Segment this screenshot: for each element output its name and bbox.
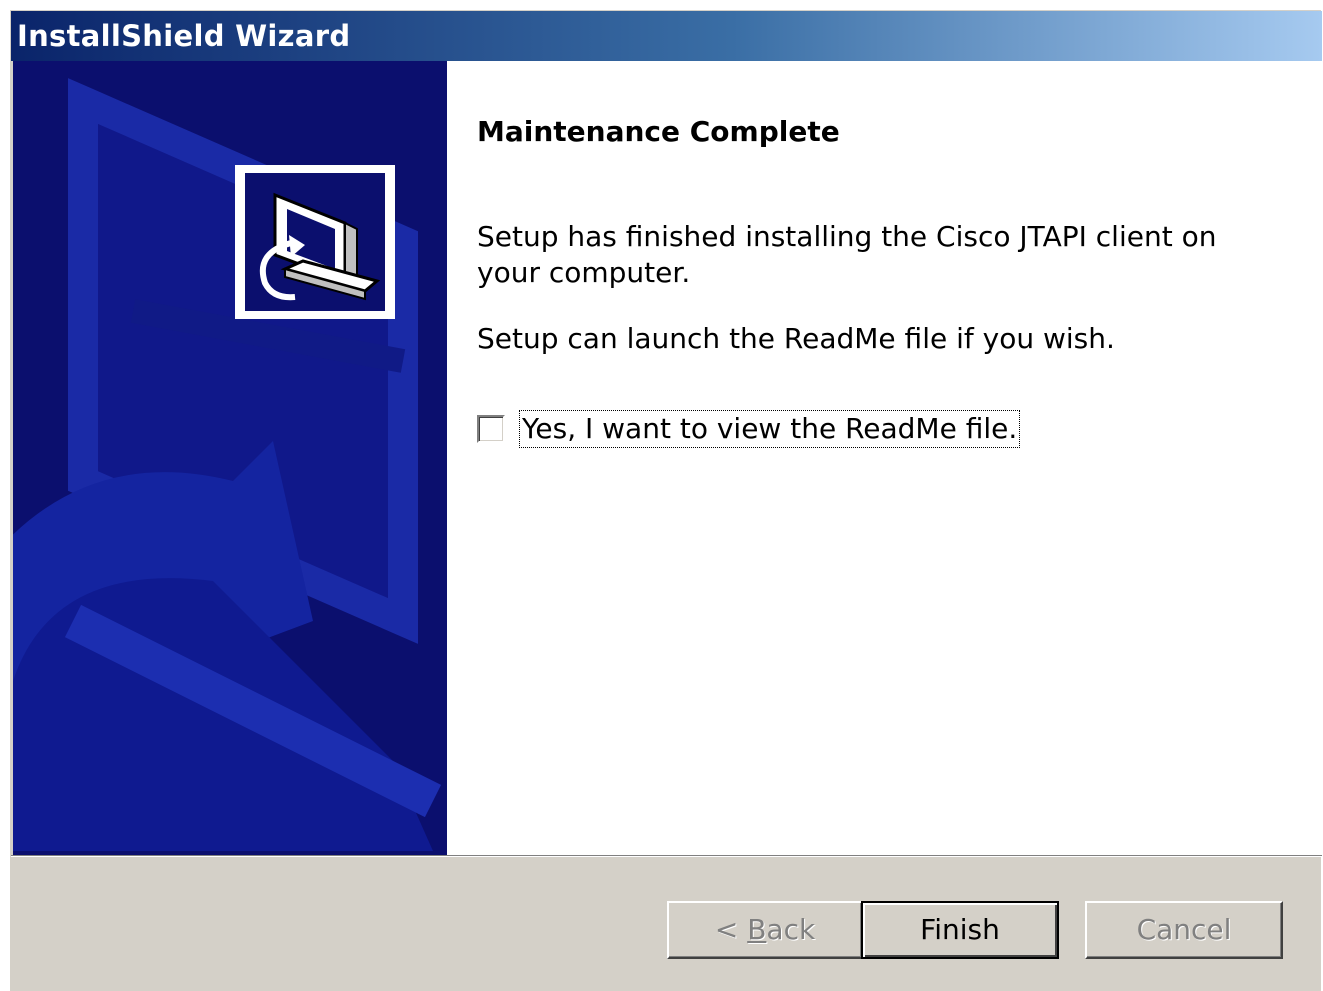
finish-button[interactable]: Finish <box>861 901 1059 959</box>
content-panel: Maintenance Complete Setup has finished … <box>447 61 1321 855</box>
back-button-prefix: < <box>714 913 748 946</box>
back-button-accel: B <box>747 913 767 946</box>
back-button-rest: ack <box>766 913 816 946</box>
page-heading: Maintenance Complete <box>477 115 840 148</box>
readme-checkbox-label[interactable]: Yes, I want to view the ReadMe file. <box>519 410 1021 448</box>
button-separator <box>11 855 1322 857</box>
readme-prompt: Setup can launch the ReadMe file if you … <box>477 322 1115 355</box>
back-button[interactable]: < Back <box>667 901 863 959</box>
cancel-button[interactable]: Cancel <box>1085 901 1283 959</box>
side-banner <box>13 61 447 855</box>
title-bar[interactable]: InstallShield Wizard <box>11 11 1322 61</box>
setup-logo-frame <box>235 165 395 319</box>
computer-install-icon <box>245 173 385 311</box>
installshield-wizard-window: InstallShield Wizard Maintenance Complet… <box>10 10 1322 991</box>
finished-message: Setup has finished installing the Cisco … <box>477 220 1217 289</box>
readme-checkbox-row[interactable]: Yes, I want to view the ReadMe file. <box>477 409 1021 449</box>
readme-checkbox[interactable] <box>477 415 505 443</box>
window-title: InstallShield Wizard <box>17 19 351 53</box>
